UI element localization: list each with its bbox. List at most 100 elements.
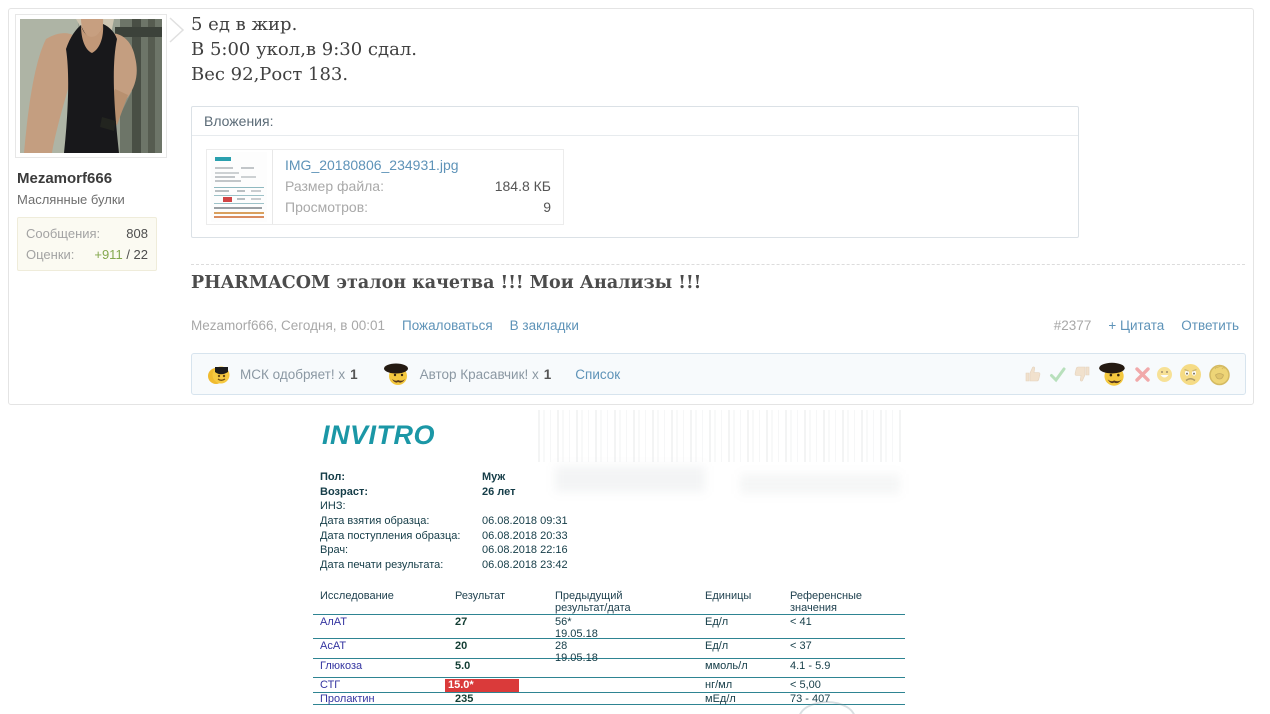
attachment-size-value: 184.8 КБ <box>494 178 551 194</box>
attachments-box: Вложения: IMG_20180806_234931.jpg Размер… <box>191 106 1079 238</box>
attachments-header: Вложения: <box>192 107 1078 136</box>
post-body: 5 ед в жир. В 5:00 укол,в 9:30 сдал. Вес… <box>191 12 417 87</box>
test-reference: < 41 <box>790 616 812 628</box>
bubble-arrow-icon <box>169 17 185 43</box>
patient-info: Пол: Муж Возраст: 26 лет ИНЗ: Дата взяти… <box>320 470 568 573</box>
beret-face-icon[interactable] <box>1097 361 1129 387</box>
info-value: 06.08.2018 23:42 <box>482 559 568 572</box>
info-value: 26 лет <box>482 485 516 498</box>
info-row-printed: Дата печати результата: 06.08.2018 23:42 <box>320 558 568 573</box>
info-label: Дата взятия образца: <box>320 515 430 528</box>
results-table: Исследование Результат Предыдущий резуль… <box>313 589 905 705</box>
invitro-logo: INVITRO <box>322 420 436 450</box>
reaction-author-count: 1 <box>543 366 552 382</box>
redaction-smudge <box>740 474 900 494</box>
info-row-age: Возраст: 26 лет <box>320 485 568 500</box>
table-row-alat: АлАТ 27 56* 19.05.18 Ед/л < 41 <box>313 615 905 639</box>
post-number-link[interactable]: #2377 <box>1054 318 1092 333</box>
test-reference: 4.1 - 5.9 <box>790 660 831 672</box>
test-units: Ед/л <box>705 616 729 628</box>
test-name: Глюкоза <box>320 660 363 672</box>
reactions-list-link[interactable]: Список <box>575 367 620 382</box>
attachment-size-row: Размер файла: 184.8 КБ <box>285 176 551 197</box>
red-cross-icon[interactable] <box>1134 366 1151 383</box>
attachment-thumbnail-image <box>211 152 267 222</box>
stat-ratings-value: +911 / 22 <box>94 244 148 265</box>
table-row-glucose: Глюкоза 5.0 ммоль/л 4.1 - 5.9 <box>313 659 905 678</box>
table-row-asat: АсАТ 20 28 19.05.18 Ед/л < 37 <box>313 639 905 663</box>
attachment-thumbnail[interactable] <box>207 150 273 224</box>
author-handsome-emoji-icon <box>383 363 408 385</box>
check-icon[interactable] <box>1048 365 1067 384</box>
info-value: Муж <box>482 471 506 483</box>
test-result-flagged: 15.0* <box>445 679 519 692</box>
info-label: Дата поступления образца: <box>320 529 461 542</box>
stat-ratings-positive[interactable]: +911 <box>94 247 122 262</box>
thumbs-up-icon[interactable] <box>1023 364 1043 384</box>
post-signature-title: PHARMACOM эталон качетва !!! Мои Анализы… <box>191 273 702 293</box>
stat-messages: Сообщения: 808 <box>26 223 148 244</box>
test-result: 20 <box>455 640 468 652</box>
post-meta: Mezamorf666, Сегодня, в 00:01 <box>191 318 385 333</box>
avatar[interactable] <box>15 14 167 158</box>
post-line-1: 5 ед в жир. <box>191 14 298 35</box>
header-previous: Предыдущий результат/дата <box>555 590 631 614</box>
info-row-sample-taken: Дата взятия образца: 06.08.2018 09:31 <box>320 514 568 529</box>
table-row-stg: СТГ 15.0* нг/мл < 5,00 <box>313 678 905 693</box>
thumbs-down-icon[interactable] <box>1072 364 1092 384</box>
header-units: Единицы <box>705 590 752 602</box>
stat-messages-label: Сообщения: <box>26 226 101 241</box>
reaction-author-label: Автор Красавчик! x <box>419 366 539 382</box>
test-previous: 56* 19.05.18 <box>555 616 598 640</box>
attachment-card: IMG_20180806_234931.jpg Размер файла: 18… <box>206 149 564 225</box>
medal-icon[interactable] <box>1208 363 1231 386</box>
test-name: СТГ <box>320 679 341 691</box>
user-title: Маслянные булки <box>17 192 125 207</box>
reaction-mck-label: МСК одобряет! x <box>240 366 346 382</box>
header-reference: Референсные значения <box>790 590 863 614</box>
info-value: 06.08.2018 22:16 <box>482 544 568 557</box>
attachment-views-row: Просмотров: 9 <box>285 197 551 218</box>
info-value: 06.08.2018 09:31 <box>482 515 568 528</box>
reaction-mck: МСК одобряет! x 1 <box>206 363 358 385</box>
bookmark-link[interactable]: В закладки <box>510 318 579 333</box>
reactions-bar: МСК одобряет! x 1 Автор Красавчик! x 1 С… <box>191 353 1246 395</box>
username-link[interactable]: Mezamorf666 <box>17 170 112 187</box>
laughing-face-icon[interactable] <box>1156 366 1173 383</box>
header-test: Исследование <box>320 590 394 602</box>
report-link[interactable]: Пожаловаться <box>402 318 493 333</box>
test-name: Пролактин <box>320 693 375 705</box>
test-name: АсАТ <box>320 640 347 652</box>
reaction-author: Автор Красавчик! x 1 <box>382 362 552 386</box>
table-header-row: Исследование Результат Предыдущий резуль… <box>313 589 905 615</box>
lab-report-image: INVITRO Пол: Муж Возраст: 26 лет ИНЗ: Да… <box>310 408 910 714</box>
info-label: Дата печати результата: <box>320 559 444 572</box>
attachment-file-link[interactable]: IMG_20180806_234931.jpg <box>285 155 551 176</box>
test-units: мЕд/л <box>705 693 736 705</box>
info-row-sex: Пол: Муж <box>320 470 568 485</box>
test-name: АлАТ <box>320 616 347 628</box>
info-value: 06.08.2018 20:33 <box>482 529 568 542</box>
info-row-doctor: Врач: 06.08.2018 22:16 <box>320 543 568 558</box>
info-row-sample-received: Дата поступления образца: 06.08.2018 20:… <box>320 529 568 544</box>
stat-ratings-rest: / 22 <box>126 247 148 262</box>
attachment-views-label: Просмотров: <box>285 199 369 215</box>
test-reference: < 37 <box>790 640 812 652</box>
sad-face-icon[interactable] <box>1178 362 1203 387</box>
attachment-info: IMG_20180806_234931.jpg Размер файла: 18… <box>273 150 563 224</box>
reply-link[interactable]: Ответить <box>1181 318 1239 333</box>
test-result: 27 <box>455 616 468 628</box>
info-row-inz: ИНЗ: <box>320 499 568 514</box>
test-result: 235 <box>455 693 474 705</box>
avatar-photo <box>20 19 162 153</box>
mck-approves-emoji-icon <box>208 366 230 384</box>
post-footer: Mezamorf666, Сегодня, в 00:01 Пожаловать… <box>191 318 1239 333</box>
attachment-size-label: Размер файла: <box>285 178 384 194</box>
quote-link[interactable]: + Цитата <box>1108 318 1164 333</box>
test-units: ммоль/л <box>705 660 748 672</box>
info-label: ИНЗ: <box>320 500 346 513</box>
forum-post: Mezamorf666 Маслянные булки Сообщения: 8… <box>8 8 1254 405</box>
redaction-smudge <box>555 466 705 492</box>
user-stats-box: Сообщения: 808 Оценки: +911 / 22 <box>17 217 157 271</box>
signature-divider <box>191 264 1245 265</box>
